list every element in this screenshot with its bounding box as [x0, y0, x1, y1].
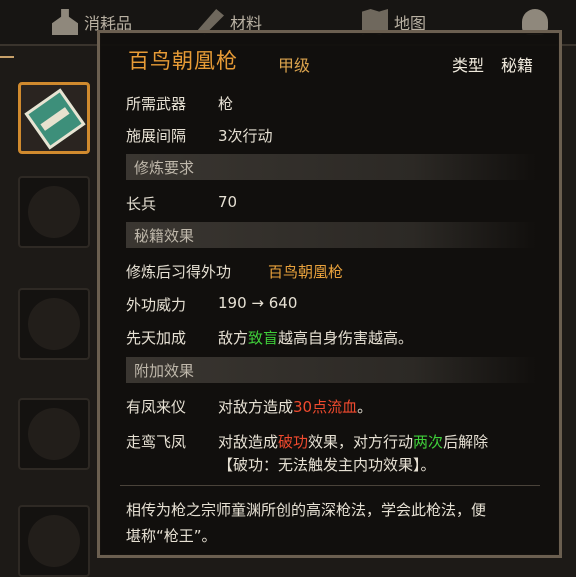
item-title: 百鸟朝凰枪 [128, 49, 238, 73]
effect-header: 秘籍效果 [126, 222, 536, 248]
extra-effect-2-text: 对敌造成破功效果，对方行动两次后解除 [218, 431, 488, 452]
innate-value: 敌方致盲越高自身伤害越高。 [218, 327, 413, 348]
requirement-header: 修炼要求 [126, 154, 536, 180]
inventory-slot[interactable] [18, 288, 90, 360]
requirement-header-label: 修炼要求 [134, 159, 195, 177]
innate-text-pre: 敌方 [218, 329, 249, 347]
extra-effect-2-highlight-2: 两次 [413, 433, 444, 451]
extra-effect-1-label: 有凤来仪 [126, 398, 187, 416]
inventory-slot-selected[interactable] [18, 82, 90, 154]
extra-effect-1-post: 。 [357, 398, 373, 416]
extra-effect-2-post: 后解除 [443, 433, 489, 451]
learn-value: 百鸟朝凰枪 [268, 263, 344, 281]
item-tooltip: 百鸟朝凰枪 甲级 类型 秘籍 所需武器 枪 施展间隔 3次行动 修炼要求 长兵 … [97, 30, 562, 558]
extra-effect-2-mid: 效果，对方行动 [308, 433, 414, 451]
extra-effect-1-text: 对敌方造成30点流血。 [218, 396, 372, 417]
interval-value: 3次行动 [218, 127, 273, 145]
potion-icon [52, 9, 78, 35]
green-manual-icon [24, 88, 86, 150]
learn-label: 修炼后习得外功 [126, 263, 232, 281]
item-grade: 甲级 [278, 56, 311, 75]
power-value: 190 → 640 [218, 294, 298, 312]
list-scroll-indicator [0, 56, 14, 58]
item-type-label: 类型 [452, 56, 485, 75]
extra-effect-header: 附加效果 [126, 357, 536, 383]
description-divider [120, 485, 540, 486]
extra-effect-2-label: 走鸾飞凤 [126, 433, 187, 451]
inventory-slot[interactable] [18, 176, 90, 248]
effect-header-label: 秘籍效果 [134, 227, 195, 245]
extra-effect-header-label: 附加效果 [134, 362, 195, 380]
extra-effect-2-line2: 【破功：无法触发主内功效果】。 [218, 456, 436, 474]
inventory-slot[interactable] [18, 505, 90, 577]
interval-label: 施展间隔 [126, 127, 187, 145]
extra-effect-2-pre: 对敌造成 [218, 433, 279, 451]
extra-effect-2-highlight-1: 破功 [278, 433, 309, 451]
extra-effect-1-highlight: 30点流血 [293, 398, 358, 416]
description-line-1: 相传为枪之宗师童渊所创的高深枪法，学会此枪法，便 [126, 501, 487, 519]
innate-highlight: 致盲 [248, 329, 279, 347]
weapon-label: 所需武器 [126, 95, 187, 113]
requirement-value: 70 [218, 193, 238, 211]
power-label: 外功威力 [126, 296, 187, 314]
inventory-slot[interactable] [18, 398, 90, 470]
requirement-label: 长兵 [126, 195, 157, 213]
description-line-2: 堪称“枪王”。 [126, 527, 217, 545]
innate-text-post: 越高自身伤害越高。 [278, 329, 414, 347]
item-type-value: 秘籍 [501, 56, 534, 75]
innate-label: 先天加成 [126, 329, 187, 347]
weapon-value: 枪 [218, 95, 234, 113]
extra-effect-1-pre: 对敌方造成 [218, 398, 294, 416]
